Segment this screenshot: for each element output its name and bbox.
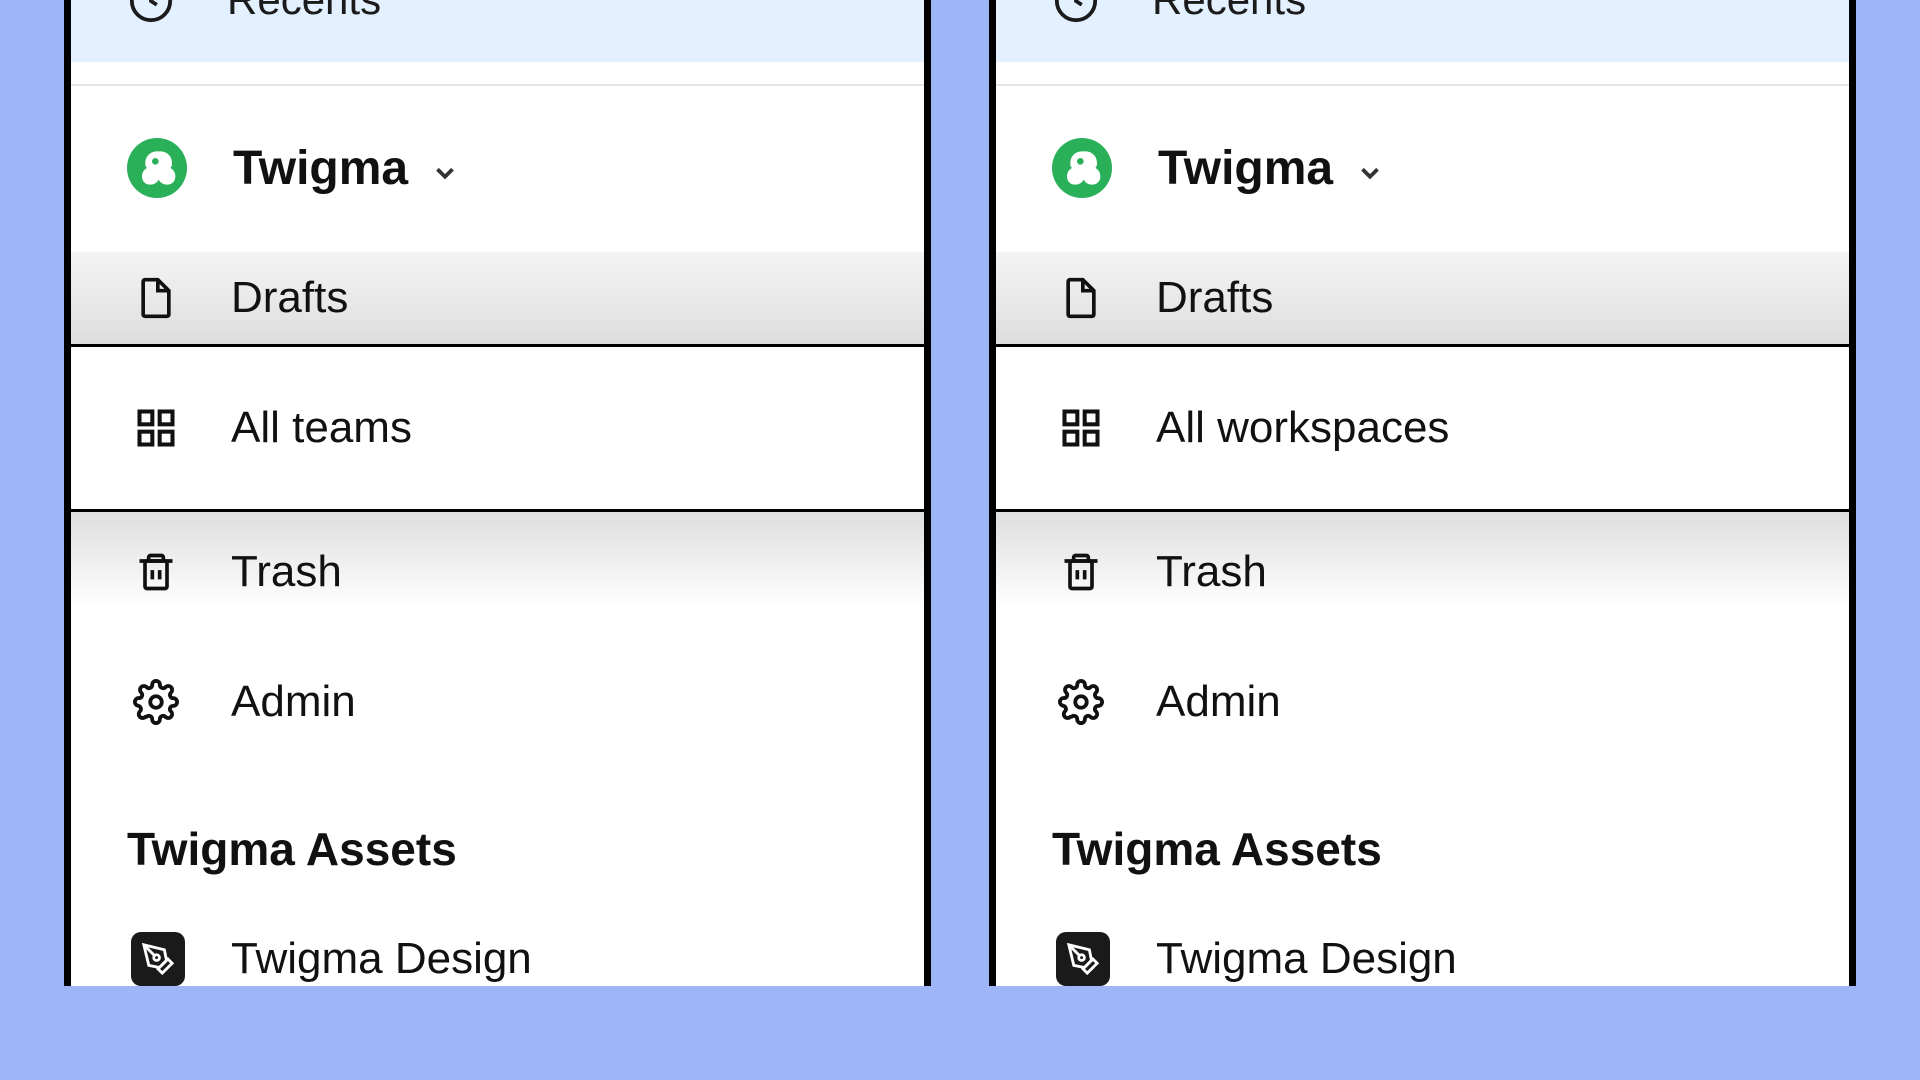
org-avatar xyxy=(127,138,187,198)
org-switcher[interactable]: Twigma xyxy=(71,86,924,252)
trash-icon xyxy=(1056,547,1106,597)
sidebar-panel-left: Recents Twigma Drafts All teams Trash xyxy=(64,0,931,986)
clock-icon xyxy=(127,0,175,26)
grid-icon xyxy=(131,403,181,453)
section-title-assets: Twigma Assets xyxy=(71,772,924,906)
org-name: Twigma xyxy=(233,141,408,196)
all-label: All teams xyxy=(231,403,412,453)
sidebar-item-drafts[interactable]: Drafts xyxy=(71,252,924,347)
sidebar-item-drafts[interactable]: Drafts xyxy=(996,252,1849,347)
clock-icon xyxy=(1052,0,1100,26)
pen-icon xyxy=(131,932,185,986)
grid-icon xyxy=(1056,403,1106,453)
asset-item-design[interactable]: Twigma Design xyxy=(71,906,924,986)
gear-icon xyxy=(1056,677,1106,727)
spacer xyxy=(996,62,1849,84)
sidebar-item-all-workspaces[interactable]: All workspaces xyxy=(996,347,1849,512)
asset-label: Twigma Design xyxy=(1156,934,1457,984)
trash-label: Trash xyxy=(231,547,342,597)
trash-label: Trash xyxy=(1156,547,1267,597)
recents-label: Recents xyxy=(1152,0,1306,24)
org-avatar xyxy=(1052,138,1112,198)
drafts-label: Drafts xyxy=(231,273,348,323)
org-name: Twigma xyxy=(1158,141,1333,196)
sidebar-item-trash[interactable]: Trash xyxy=(71,512,924,632)
chevron-down-icon xyxy=(1355,158,1385,188)
gear-icon xyxy=(131,677,181,727)
admin-label: Admin xyxy=(1156,677,1281,727)
chevron-down-icon xyxy=(430,158,460,188)
sidebar-item-recents[interactable]: Recents xyxy=(71,0,924,62)
drafts-label: Drafts xyxy=(1156,273,1273,323)
sidebar-item-recents[interactable]: Recents xyxy=(996,0,1849,62)
sidebar-item-admin[interactable]: Admin xyxy=(996,632,1849,772)
file-icon xyxy=(131,273,181,323)
section-title-assets: Twigma Assets xyxy=(996,772,1849,906)
spacer xyxy=(71,62,924,84)
org-switcher[interactable]: Twigma xyxy=(996,86,1849,252)
sidebar-item-trash[interactable]: Trash xyxy=(996,512,1849,632)
pen-icon xyxy=(1056,932,1110,986)
recents-label: Recents xyxy=(227,0,381,24)
sidebar-item-all-teams[interactable]: All teams xyxy=(71,347,924,512)
file-icon xyxy=(1056,273,1106,323)
admin-label: Admin xyxy=(231,677,356,727)
asset-item-design[interactable]: Twigma Design xyxy=(996,906,1849,986)
sidebar-panel-right: Recents Twigma Drafts All workspaces Tra… xyxy=(989,0,1856,986)
trash-icon xyxy=(131,547,181,597)
sidebar-item-admin[interactable]: Admin xyxy=(71,632,924,772)
asset-label: Twigma Design xyxy=(231,934,532,984)
all-label: All workspaces xyxy=(1156,403,1449,453)
